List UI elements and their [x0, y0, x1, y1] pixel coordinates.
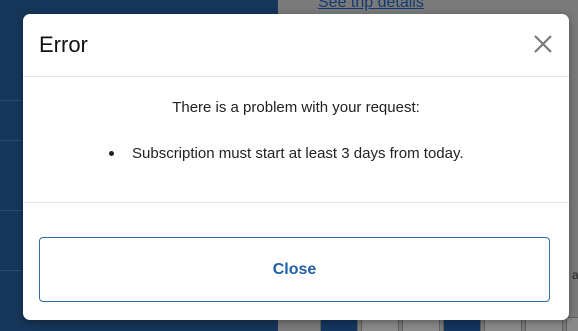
background-text-fragment: a: [572, 268, 578, 282]
error-text: Subscription must start at least 3 days …: [132, 145, 464, 162]
bullet-icon: [109, 151, 114, 156]
error-list-item: Subscription must start at least 3 days …: [109, 145, 464, 162]
close-button[interactable]: Close: [39, 237, 550, 302]
dialog-header: Error: [23, 14, 569, 77]
dialog-title: Error: [39, 32, 88, 57]
close-icon[interactable]: [531, 32, 555, 56]
screen: See trip details a Error There is a prob…: [0, 0, 578, 331]
dialog-body: There is a problem with your request: Su…: [23, 77, 569, 203]
error-dialog: Error There is a problem with your reque…: [23, 14, 569, 320]
error-list: Subscription must start at least 3 days …: [109, 145, 464, 162]
see-trip-details-link[interactable]: See trip details: [318, 0, 424, 12]
error-message: There is a problem with your request:: [172, 99, 420, 116]
